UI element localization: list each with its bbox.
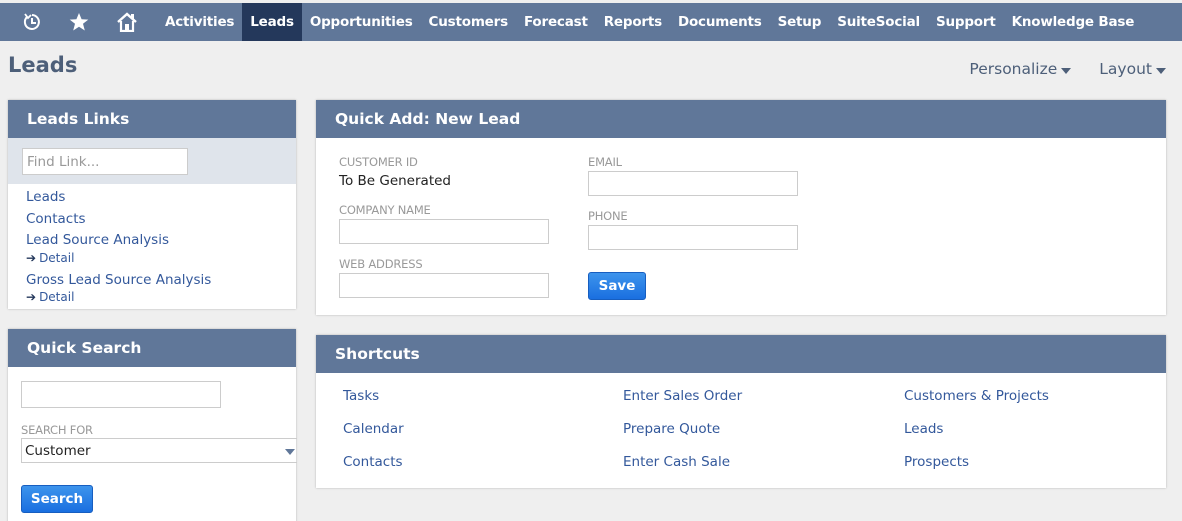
email-input[interactable] [588,171,798,196]
customer-id-value: To Be Generated [339,173,451,189]
company-name-input[interactable] [339,219,549,244]
arrow-right-icon: ➔ [26,250,37,265]
shortcut-enter-cash-sale[interactable]: Enter Cash Sale [623,454,730,470]
search-for-label: SEARCH FOR [21,423,93,437]
nav-opportunities[interactable]: Opportunities [302,3,421,41]
nav-leads[interactable]: Leads [242,3,302,41]
detail-label: Detail [39,290,75,304]
email-label: EMAIL [588,155,622,169]
layout-menu[interactable]: Layout [1099,60,1166,78]
leads-links-portlet: Leads Links Leads Contacts Lead Source A… [8,100,296,309]
link-contacts[interactable]: Contacts [26,209,296,231]
link-lead-source-analysis[interactable]: Lead Source Analysis [26,230,296,252]
save-button[interactable]: Save [588,272,646,300]
shortcut-customers-projects[interactable]: Customers & Projects [904,388,1049,404]
star-icon[interactable] [55,3,103,41]
shortcut-enter-sales-order[interactable]: Enter Sales Order [623,388,742,404]
link-leads[interactable]: Leads [26,187,296,209]
shortcut-tasks[interactable]: Tasks [343,388,379,404]
link-gross-lead-source-analysis[interactable]: Gross Lead Source Analysis [26,270,296,292]
nav-customers[interactable]: Customers [421,3,516,41]
page-title: Leads [8,53,78,77]
quick-search-input[interactable] [21,381,221,408]
nav-setup[interactable]: Setup [770,3,830,41]
detail-label: Detail [39,250,75,265]
quick-search-portlet: Quick Search SEARCH FOR Customer Search [8,329,297,521]
shortcuts-title: Shortcuts [316,335,1166,373]
web-address-input[interactable] [339,273,549,298]
caret-down-icon [1061,67,1072,74]
nav-forecast[interactable]: Forecast [516,3,596,41]
shortcuts-portlet: Shortcuts Tasks Calendar Contacts Enter … [316,335,1166,488]
quick-add-portlet: Quick Add: New Lead CUSTOMER ID To Be Ge… [316,100,1166,315]
personalize-label: Personalize [969,60,1058,78]
quick-search-title: Quick Search [8,329,296,367]
shortcut-calendar[interactable]: Calendar [343,421,404,437]
caret-down-icon [1156,67,1166,74]
nav-knowledge-base[interactable]: Knowledge Base [1004,3,1143,41]
nav-reports[interactable]: Reports [596,3,670,41]
find-link-area [8,138,296,184]
shortcut-prospects[interactable]: Prospects [904,454,969,470]
search-for-value: Customer [25,442,91,459]
layout-label: Layout [1099,60,1152,78]
personalize-menu[interactable]: Personalize [969,60,1072,78]
find-link-input[interactable] [22,148,188,175]
company-name-label: COMPANY NAME [339,203,431,217]
search-button[interactable]: Search [21,485,93,513]
link-gross-lead-source-analysis-detail[interactable]: ➔ Detail [26,291,296,304]
nav-activities[interactable]: Activities [157,3,242,41]
dropdown-caret-icon [285,449,295,455]
web-address-label: WEB ADDRESS [339,257,423,271]
phone-input[interactable] [588,225,798,250]
nav-documents[interactable]: Documents [670,3,770,41]
arrow-right-icon: ➔ [26,290,37,304]
shortcut-prepare-quote[interactable]: Prepare Quote [623,421,720,437]
shortcut-leads[interactable]: Leads [904,421,943,437]
main-nav-bar: Activities Leads Opportunities Customers… [0,3,1182,41]
phone-label: PHONE [588,209,628,223]
links-list: Leads Contacts Lead Source Analysis ➔ De… [8,184,296,304]
quick-add-title: Quick Add: New Lead [316,100,1166,138]
nav-suitesocial[interactable]: SuiteSocial [829,3,928,41]
home-icon[interactable] [103,3,151,41]
nav-support[interactable]: Support [928,3,1004,41]
leads-links-title: Leads Links [8,100,296,138]
search-for-select[interactable]: Customer [21,438,297,463]
shortcuts-grid: Tasks Calendar Contacts Enter Sales Orde… [316,373,1166,488]
page-actions: Personalize Layout [969,60,1166,78]
link-lead-source-analysis-detail[interactable]: ➔ Detail [26,250,296,265]
recent-history-icon[interactable] [9,3,55,41]
shortcut-contacts[interactable]: Contacts [343,454,403,470]
customer-id-label: CUSTOMER ID [339,155,418,169]
